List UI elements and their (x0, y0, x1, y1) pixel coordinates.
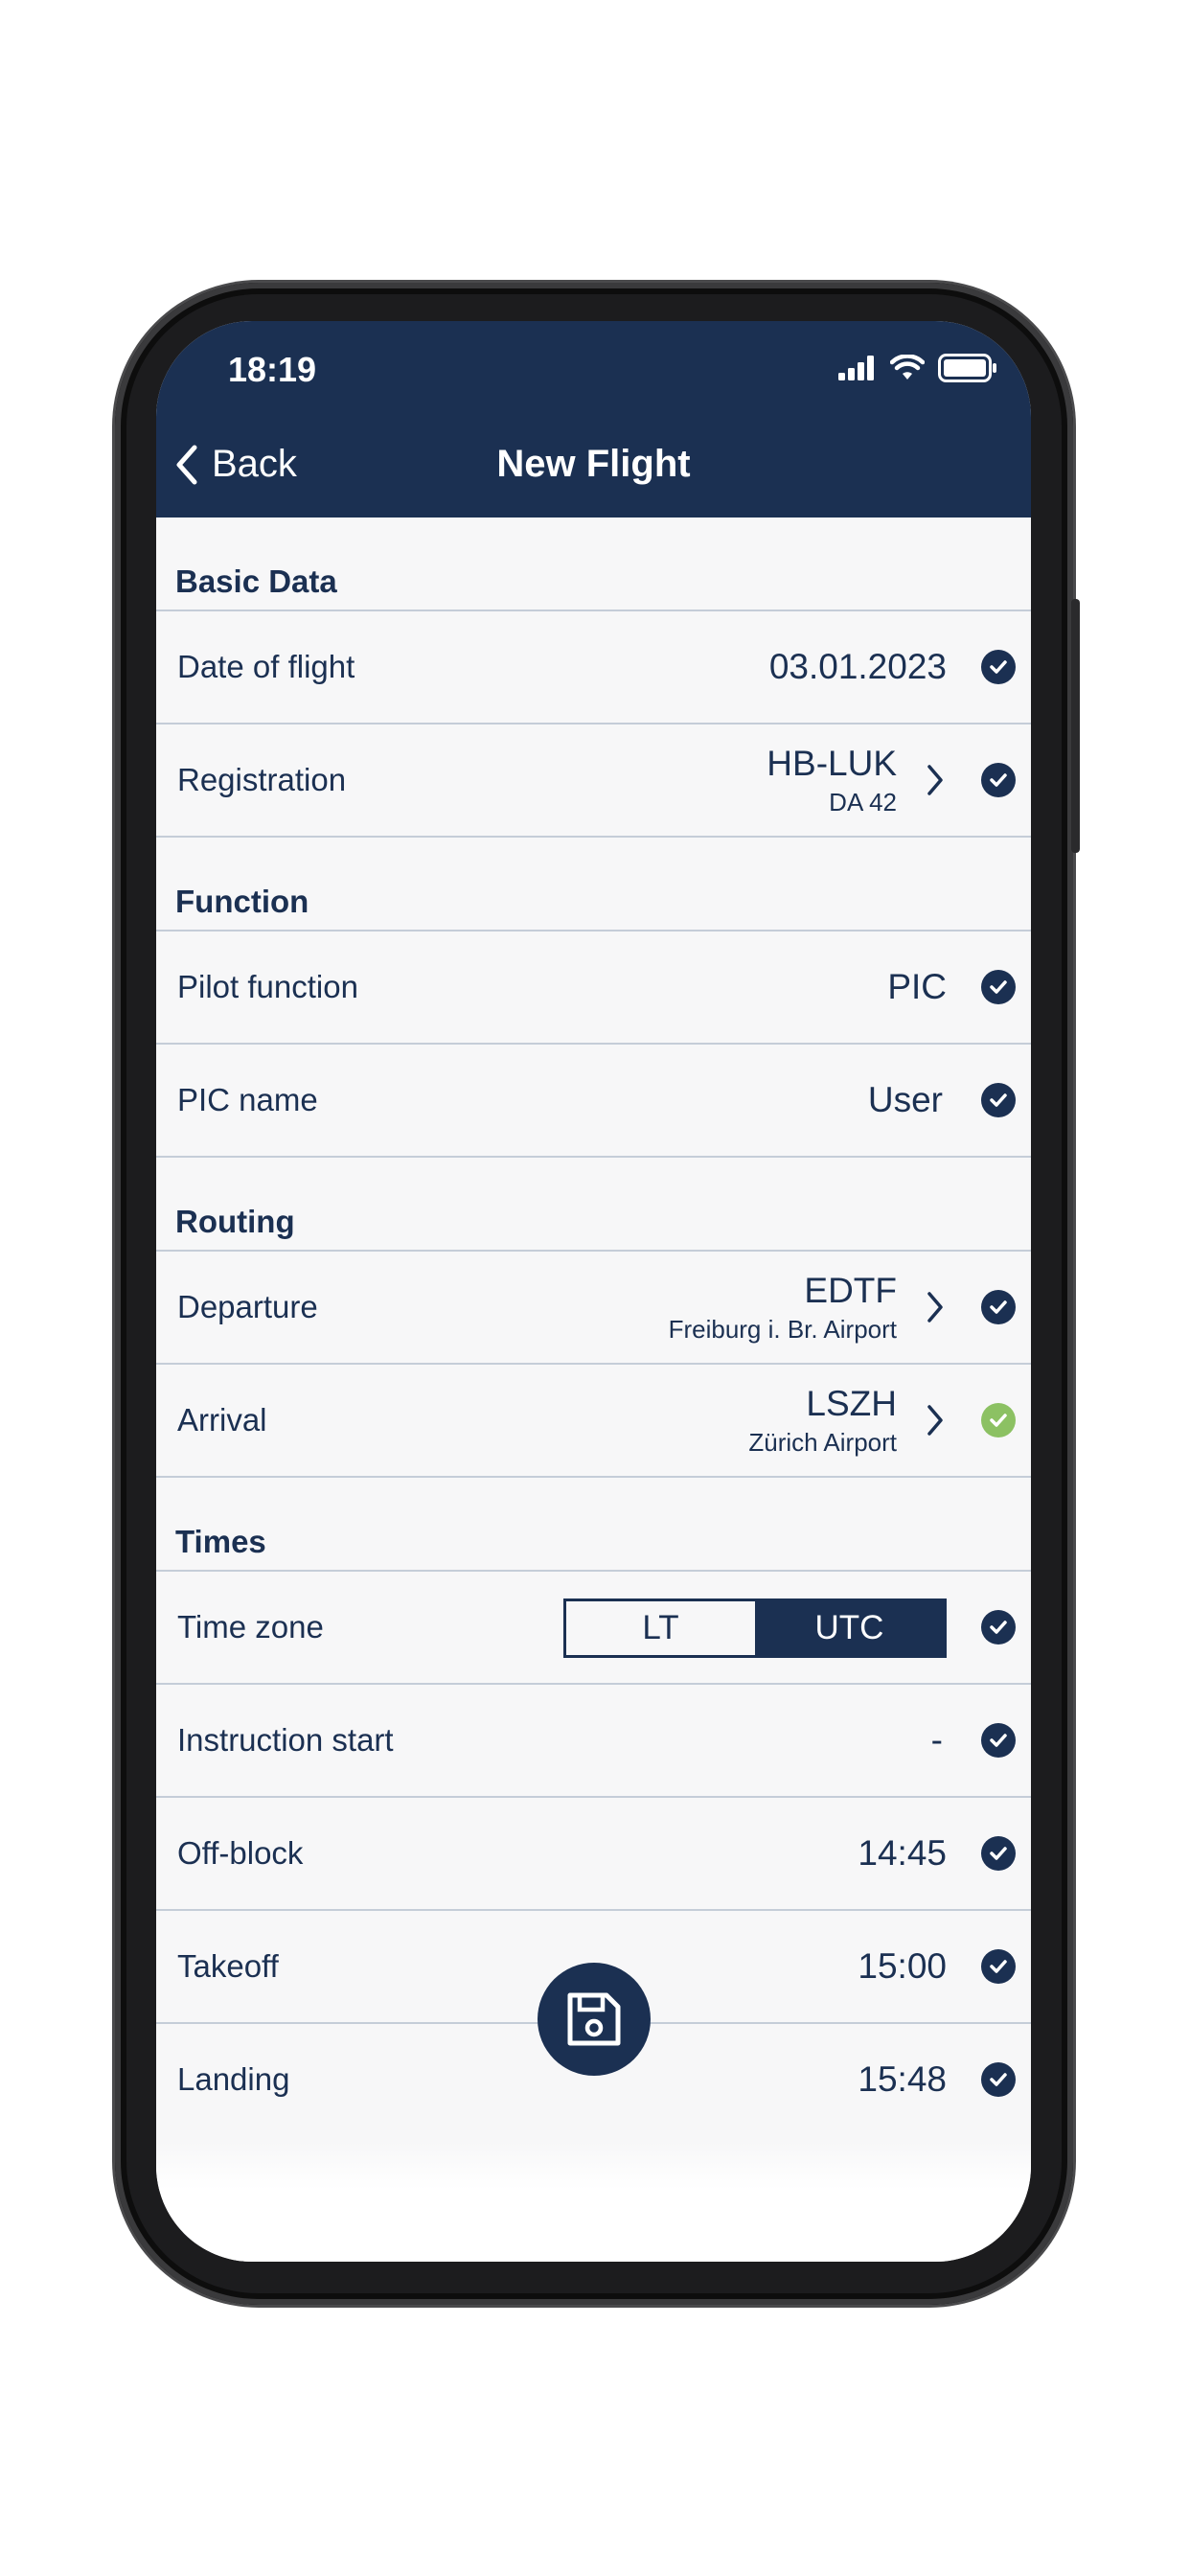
check-circle-icon (981, 2062, 1016, 2097)
instruction-start-value: - (930, 1720, 943, 1760)
check-circle-green-icon (981, 1403, 1016, 1438)
off-block-value: 14:45 (858, 1833, 947, 1873)
row-pilot-function[interactable]: Pilot function PIC (156, 932, 1031, 1045)
save-button[interactable] (538, 1963, 651, 2076)
row-pic-name[interactable]: PIC name User (156, 1045, 1031, 1158)
pilot-function-value: PIC (887, 967, 947, 1006)
section-header-function: Function (156, 838, 1031, 932)
section-header-times: Times (156, 1478, 1031, 1572)
row-label: Departure (177, 1289, 318, 1324)
segment-utc[interactable]: UTC (755, 1601, 944, 1655)
row-label: Landing (177, 2061, 290, 2097)
time-zone-segmented-control: LT UTC (563, 1598, 947, 1658)
check-circle-icon (981, 1610, 1016, 1644)
chevron-right-icon (927, 1292, 943, 1322)
row-label: Time zone (177, 1609, 324, 1644)
departure-value: EDTF Freiburg i. Br. Airport (669, 1252, 897, 1363)
check-circle-icon (981, 1083, 1016, 1117)
chevron-right-icon (927, 1405, 943, 1436)
form-content: Basic Data Date of flight 03.01.2023 Reg… (156, 518, 1031, 2137)
arrival-code: LSZH (806, 1384, 897, 1423)
registration-value: HB-LUK DA 42 (767, 724, 897, 836)
pic-name-value: User (867, 1080, 943, 1119)
arrival-airport: Zürich Airport (748, 1428, 897, 1457)
section-header-basic-data: Basic Data (156, 518, 1031, 611)
check-circle-icon (981, 1723, 1016, 1758)
date-value: 03.01.2023 (768, 647, 947, 686)
signal-icon (838, 356, 874, 380)
registration-main: HB-LUK (767, 744, 897, 783)
departure-airport: Freiburg i. Br. Airport (668, 1315, 897, 1344)
aircraft-type: DA 42 (829, 788, 897, 816)
row-label: PIC name (177, 1082, 318, 1117)
check-circle-icon (981, 1836, 1016, 1871)
arrival-value: LSZH Zürich Airport (748, 1365, 897, 1476)
app-screen: 18:19 Back New Flight Basic Data Date of… (156, 321, 1031, 2262)
row-registration[interactable]: Registration HB-LUK DA 42 (156, 724, 1031, 838)
check-circle-icon (981, 1949, 1016, 1984)
battery-icon (938, 354, 996, 382)
phone-side-button (1071, 599, 1080, 853)
chevron-right-icon (927, 765, 943, 795)
row-time-zone: Time zone LT UTC (156, 1572, 1031, 1685)
check-circle-icon (981, 763, 1016, 797)
segment-lt[interactable]: LT (566, 1601, 755, 1655)
check-circle-icon (981, 970, 1016, 1004)
row-date-of-flight[interactable]: Date of flight 03.01.2023 (156, 611, 1031, 724)
status-icons (838, 354, 997, 382)
row-off-block[interactable]: Off-block 14:45 (156, 1798, 1031, 1911)
row-label: Instruction start (177, 1722, 394, 1758)
landing-value: 15:48 (858, 2059, 947, 2099)
row-label: Takeoff (177, 1948, 279, 1984)
row-instruction-start[interactable]: Instruction start - (156, 1685, 1031, 1798)
bottom-fade (156, 2142, 1031, 2262)
status-time: 18:19 (228, 350, 317, 389)
row-label: Registration (177, 762, 347, 797)
takeoff-value: 15:00 (858, 1946, 947, 1986)
wifi-icon (890, 355, 925, 380)
check-circle-icon (981, 650, 1016, 684)
row-label: Date of flight (177, 649, 355, 684)
page-title: New Flight (496, 443, 691, 485)
row-label: Pilot function (177, 969, 358, 1004)
departure-code: EDTF (804, 1271, 897, 1310)
floppy-disk-icon (567, 1992, 621, 2046)
check-circle-icon (981, 1290, 1016, 1324)
row-label: Off-block (177, 1835, 304, 1871)
row-departure[interactable]: Departure EDTF Freiburg i. Br. Airport (156, 1252, 1031, 1365)
row-label: Arrival (177, 1402, 267, 1438)
section-header-routing: Routing (156, 1158, 1031, 1252)
row-arrival[interactable]: Arrival LSZH Zürich Airport (156, 1365, 1031, 1478)
header-bar: 18:19 Back New Flight (156, 321, 1031, 518)
